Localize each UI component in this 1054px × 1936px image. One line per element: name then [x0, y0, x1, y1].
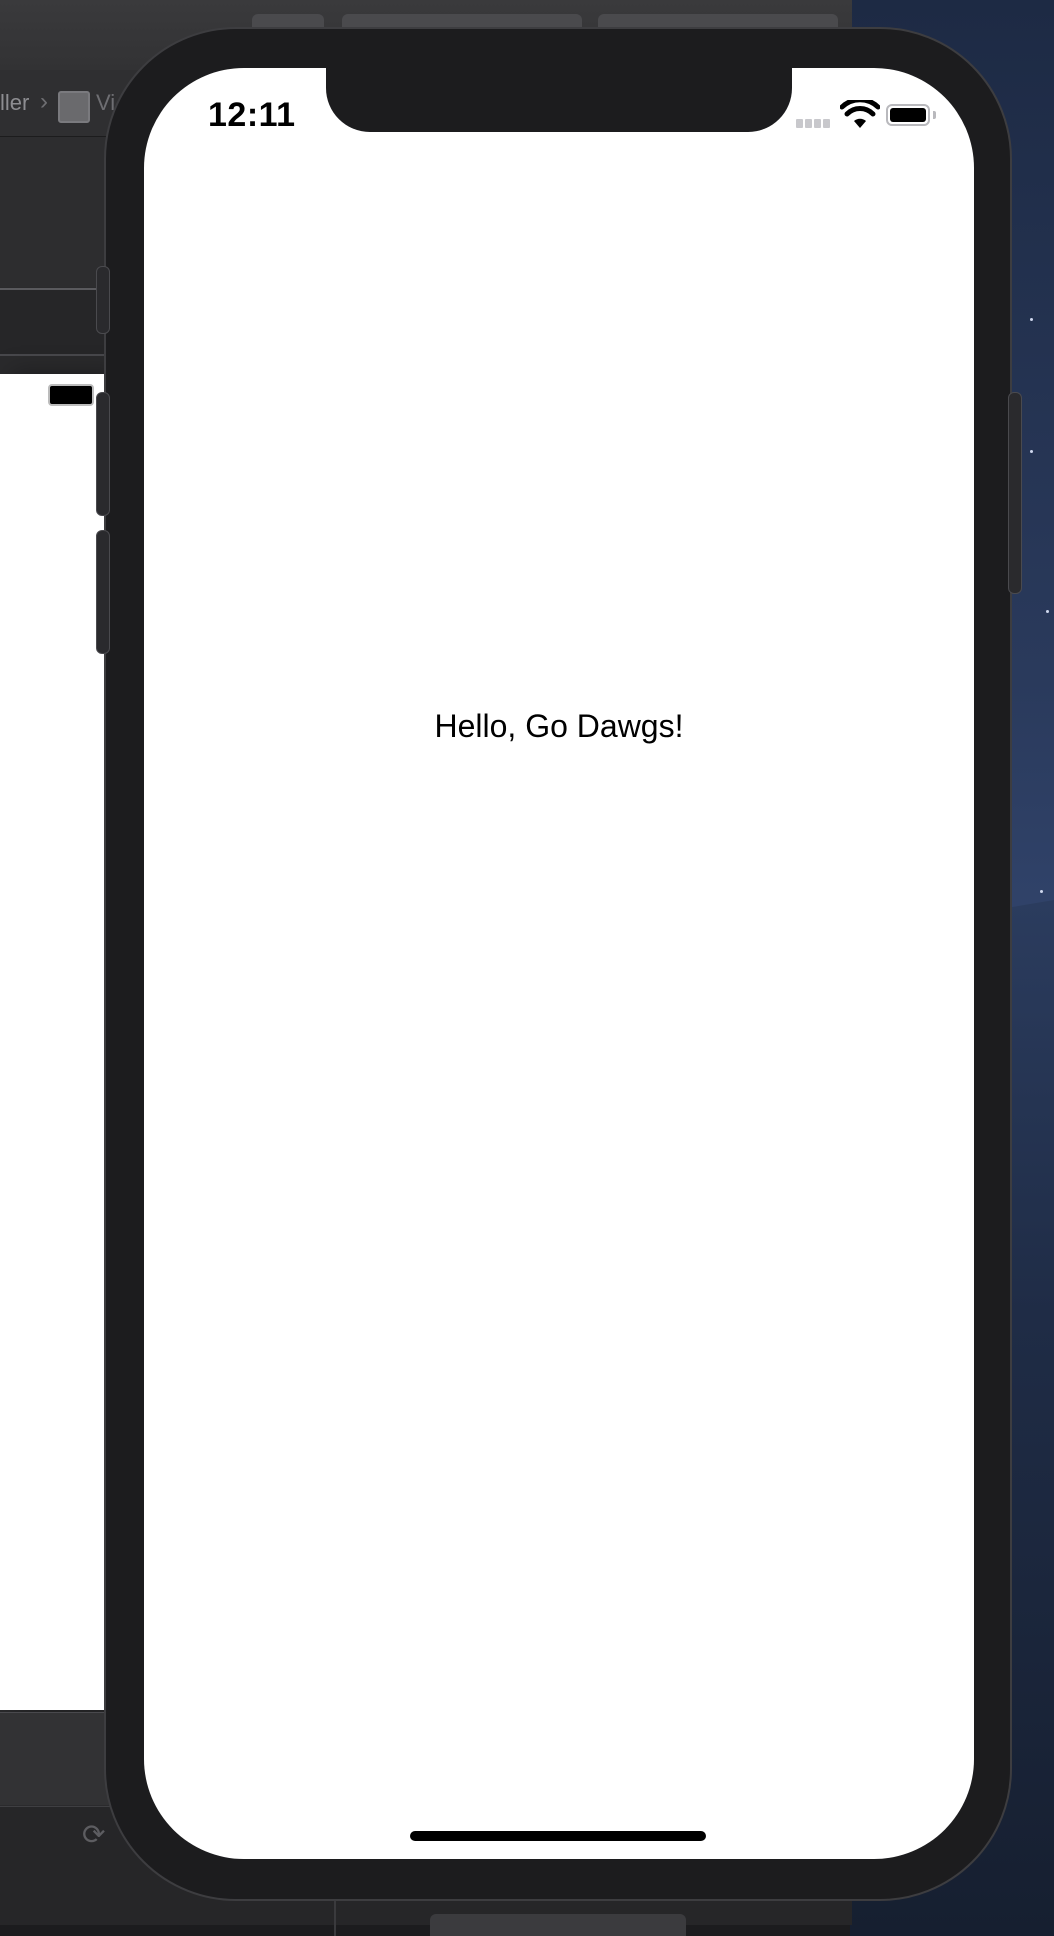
battery-icon [48, 384, 94, 406]
storyboard-scene[interactable] [0, 374, 106, 1710]
notch [326, 68, 792, 132]
breadcrumb-item[interactable]: ller [0, 90, 29, 116]
status-bar-time: 12:11 [208, 96, 296, 134]
cellular-signal-icon [796, 119, 836, 129]
volume-up-button[interactable] [96, 392, 110, 516]
phone-screen[interactable]: 12:11 Hello, Go Dawgs! [144, 68, 974, 1859]
wallpaper-star [1046, 610, 1049, 613]
power-button[interactable] [1008, 392, 1022, 594]
refresh-icon[interactable]: ⟳ [82, 1818, 105, 1851]
desktop: ller › Vi ⟳ 12:11 Hello, Go Dawgs! [0, 0, 1054, 1936]
chevron-right-icon: › [40, 88, 48, 115]
battery-cap [933, 111, 936, 119]
hello-label: Hello, Go Dawgs! [434, 708, 684, 744]
wallpaper-star [1030, 450, 1033, 453]
battery-icon [886, 104, 930, 126]
battery-level [890, 108, 926, 122]
home-indicator[interactable] [410, 1831, 706, 1841]
footer-tab[interactable] [430, 1914, 686, 1936]
mute-switch[interactable] [96, 266, 110, 334]
wifi-icon [840, 100, 880, 128]
volume-down-button[interactable] [96, 530, 110, 654]
view-icon [58, 91, 90, 123]
wallpaper-star [1030, 318, 1033, 321]
wallpaper-star [1040, 890, 1043, 893]
